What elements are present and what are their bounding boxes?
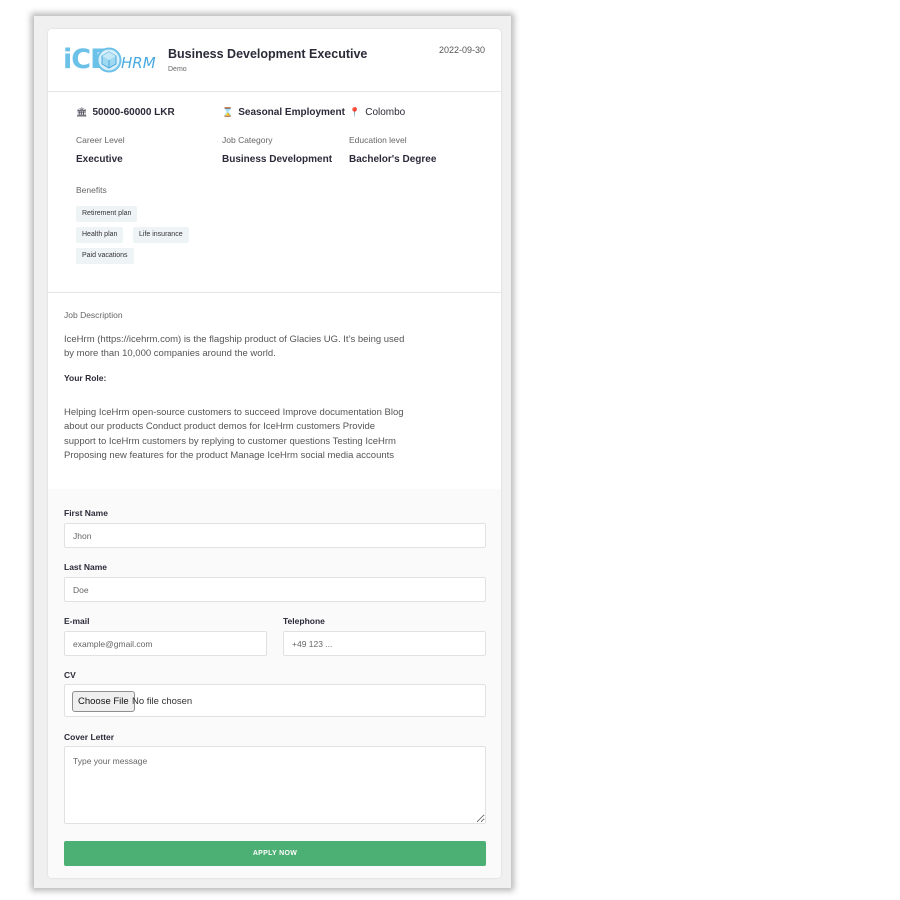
telephone-label: Telephone [283, 616, 325, 626]
role-line: support to IceHrm customers by replying … [64, 436, 396, 447]
salary-value: 50000-60000 LKR [92, 107, 175, 118]
education-label: Education level [349, 135, 407, 145]
job-meta: 🏛 50000-60000 LKR ⌛ Seasonal Employment 📍 C… [48, 92, 501, 293]
education-value: Bachelor's Degree [349, 154, 437, 165]
logo-hrm-text: HRM [121, 54, 156, 72]
telephone-input[interactable] [283, 631, 486, 656]
benefit-tag: Retirement plan [76, 206, 138, 222]
email-input[interactable] [64, 631, 267, 656]
job-header: iCE HRM Business Development Executive D… [48, 29, 501, 92]
role-line: about our products Conduct product demos… [64, 421, 376, 432]
cover-letter-label: Cover Letter [64, 732, 115, 742]
location-value: Colombo [365, 107, 406, 118]
cv-label: CV [64, 670, 76, 680]
choose-file-button[interactable]: Choose File [72, 691, 135, 712]
role-heading: Your Role: [64, 373, 107, 383]
benefits-label: Benefits [76, 185, 107, 195]
job-category-value: Business Development [222, 154, 333, 165]
company-name: Demo [168, 66, 187, 73]
job-description-label: Job Description [64, 310, 123, 320]
last-name-label: Last Name [64, 562, 107, 572]
hourglass-icon: ⌛ [222, 107, 234, 117]
browser-frame: iCE HRM Business Development Executive D… [34, 16, 511, 888]
location: 📍 Colombo [349, 107, 405, 118]
job-description: Job Description IceHrm (https://icehrm.c… [48, 294, 501, 489]
employment-type: ⌛ Seasonal Employment [222, 107, 345, 118]
posting-date: 2022-09-30 [438, 45, 485, 55]
first-name-label: First Name [64, 508, 108, 518]
career-level-value: Executive [76, 154, 123, 165]
job-category-label: Job Category [222, 135, 273, 145]
bank-icon: 🏛 [76, 107, 88, 117]
benefit-tag: Health plan [76, 227, 124, 243]
job-card: iCE HRM Business Development Executive D… [48, 29, 501, 878]
role-line: Helping IceHrm open-source customers to … [64, 407, 404, 418]
map-pin-icon: 📍 [349, 107, 361, 117]
file-status: No file chosen [132, 696, 193, 707]
job-title: Business Development Executive [168, 47, 368, 61]
description-intro-line: by more than 10,000 companies around the… [64, 348, 276, 359]
icehrm-logo[interactable]: iCE HRM [63, 44, 157, 76]
employment-type-value: Seasonal Employment [238, 107, 345, 118]
salary: 🏛 50000-60000 LKR [76, 107, 175, 118]
first-name-input[interactable] [64, 523, 486, 548]
email-label: E-mail [64, 616, 90, 626]
career-level-label: Career Level [76, 135, 125, 145]
application-form: First Name Last Name E-mail Telephone CV… [48, 489, 501, 878]
apply-now-button[interactable]: APPLY NOW [64, 841, 486, 866]
benefit-tag: Paid vacations [76, 248, 134, 264]
benefit-tag: Life insurance [133, 227, 189, 243]
description-intro-line: IceHrm (https://icehrm.com) is the flags… [64, 334, 405, 345]
logo-cube-icon [96, 47, 122, 73]
last-name-input[interactable] [64, 577, 486, 602]
cv-file-field: Choose File No file chosen [64, 684, 486, 717]
role-line: Proposing new features for the product M… [64, 450, 395, 461]
cover-letter-textarea[interactable] [64, 746, 486, 824]
